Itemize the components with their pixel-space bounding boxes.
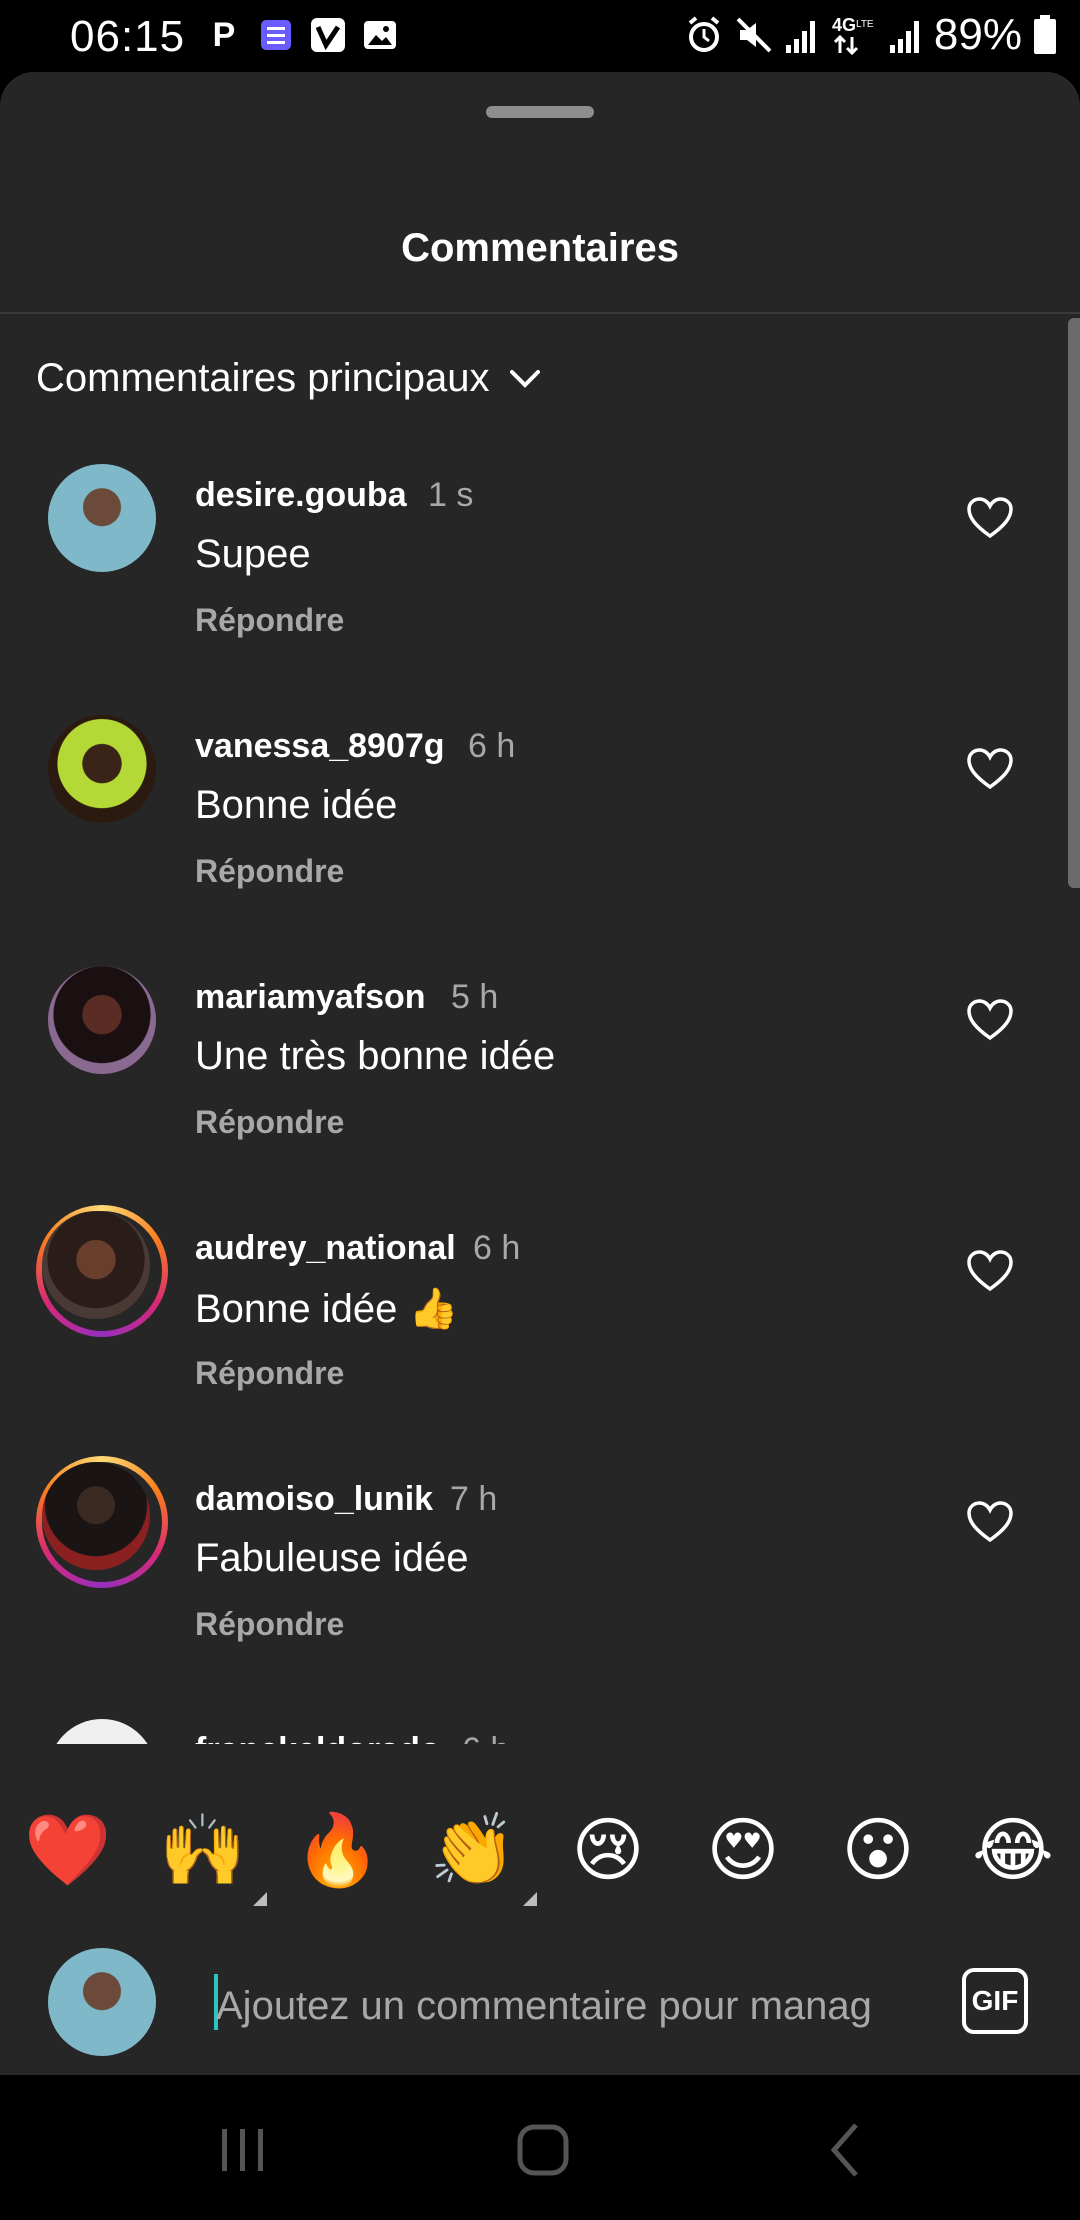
comment-composer: GIF [0, 1930, 1080, 2075]
comment-item: franckeldorado 6 h [0, 1719, 1080, 1744]
system-icons: 4G LTE 89% [684, 10, 1058, 60]
avatar[interactable] [48, 464, 156, 572]
comments-sheet: Commentaires Commentaires principaux des… [0, 72, 1080, 2075]
emoji-laughing[interactable]: 😂 [963, 1800, 1063, 1900]
vimeo-icon [309, 16, 347, 54]
back-icon[interactable] [812, 2115, 882, 2185]
story-ring[interactable] [36, 1205, 168, 1337]
comment-item: desire.gouba 1 s Supee Répondre [0, 464, 1080, 714]
sort-label: Commentaires principaux [36, 356, 490, 400]
sort-dropdown[interactable]: Commentaires principaux [36, 356, 542, 401]
comment-text: Supee [195, 532, 311, 576]
comment-time: 6 h [473, 1229, 521, 1267]
comment-item: mariamyafson 5 h Une très bonne idée Rép… [0, 966, 1080, 1216]
comment-time: 6 h [468, 727, 516, 765]
comment-item: damoiso_lunik 7 h Fabuleuse idée Répondr… [0, 1456, 1080, 1718]
comment-time: 1 s [428, 476, 474, 514]
reply-button[interactable]: Répondre [195, 1606, 344, 1643]
comment-username[interactable]: damoiso_lunik [195, 1480, 433, 1519]
image-icon [361, 16, 399, 54]
system-nav-bar [0, 2075, 1080, 2220]
avatar[interactable] [42, 1462, 150, 1570]
emoji-crying[interactable]: 😢 [558, 1800, 658, 1900]
emoji-clapping[interactable]: 👏 [423, 1800, 537, 1906]
comment-username[interactable]: mariamyafson [195, 978, 426, 1017]
notification-icons: P [205, 16, 399, 54]
svg-text:LTE: LTE [856, 19, 874, 30]
story-ring[interactable] [36, 1456, 168, 1588]
emoji-surprised[interactable]: 😮 [828, 1800, 928, 1900]
heart-icon[interactable] [966, 1249, 1014, 1293]
comment-item: vanessa_8907g 6 h Bonne idée Répondre [0, 715, 1080, 965]
signal-icon [889, 21, 919, 53]
reply-button[interactable]: Répondre [195, 853, 344, 890]
recent-apps-icon[interactable] [208, 2115, 278, 2185]
status-time: 06:15 [70, 12, 186, 61]
comment-text: Fabuleuse idée [195, 1536, 469, 1580]
emoji-fire[interactable]: 🔥 [288, 1800, 388, 1900]
battery-percent: 89% [933, 10, 1022, 59]
home-icon[interactable] [508, 2115, 578, 2185]
emoji-bar: ❤️ 🙌 🔥 👏 😢 😍 😮 😂 [0, 1800, 1080, 1906]
avatar[interactable] [48, 715, 156, 823]
reply-button[interactable]: Répondre [195, 602, 344, 639]
comment-text: Bonne idée 👍 [195, 1287, 459, 1331]
svg-text:4G: 4G [832, 15, 856, 35]
avatar[interactable] [42, 1211, 150, 1319]
comment-item: audrey_national 6 h Bonne idée 👍 Répondr… [0, 1205, 1080, 1467]
comment-username[interactable]: vanessa_8907g [195, 727, 445, 766]
avatar[interactable] [48, 966, 156, 1074]
gif-button[interactable]: GIF [962, 1968, 1028, 2034]
comment-username[interactable]: desire.gouba [195, 476, 407, 515]
chevron-down-icon [509, 369, 540, 388]
comment-username[interactable]: franckeldorado [195, 1731, 441, 1744]
comment-text: Une très bonne idée [195, 1034, 556, 1078]
comment-list[interactable]: desire.gouba 1 s Supee Répondre vanessa_… [0, 464, 1080, 1744]
4g-lte-icon: 4G LTE [832, 15, 874, 56]
comment-username[interactable]: audrey_national [195, 1229, 456, 1268]
comment-text: Bonne idée [195, 783, 398, 827]
signal-icon [785, 21, 815, 53]
heart-icon[interactable] [966, 496, 1014, 540]
drag-handle[interactable] [486, 106, 594, 118]
emoji-heart-eyes[interactable]: 😍 [693, 1800, 793, 1900]
status-bar: 06:15 P 4G LTE 89% [0, 0, 1080, 72]
sheet-title: Commentaires [401, 226, 679, 270]
heart-icon[interactable] [966, 998, 1014, 1042]
parking-icon: P [212, 15, 236, 54]
comment-time: 5 h [451, 978, 499, 1016]
divider [0, 312, 1080, 314]
my-avatar [48, 1948, 156, 2056]
comment-input[interactable] [214, 1970, 918, 2042]
list-icon [257, 16, 295, 54]
emoji-heart[interactable]: ❤️ [18, 1800, 118, 1900]
heart-icon[interactable] [966, 747, 1014, 791]
battery-icon [1034, 15, 1056, 54]
avatar[interactable] [48, 1719, 156, 1744]
reply-button[interactable]: Répondre [195, 1355, 344, 1392]
alarm-icon [688, 16, 720, 52]
heart-icon[interactable] [966, 1500, 1014, 1544]
mute-icon [736, 17, 772, 53]
comment-time: 7 h [450, 1480, 498, 1518]
reply-button[interactable]: Répondre [195, 1104, 344, 1141]
emoji-raising-hands[interactable]: 🙌 [153, 1800, 267, 1906]
comment-time: 6 h [462, 1731, 509, 1744]
